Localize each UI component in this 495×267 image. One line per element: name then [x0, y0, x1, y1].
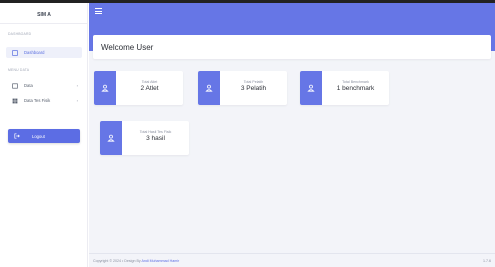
page-title: Welcome User — [101, 43, 154, 52]
sidebar-item-dashboard[interactable]: Dashboard — [6, 47, 82, 58]
stat-label: Total Pelatih — [243, 80, 264, 84]
stat-value: 2 Atlet — [140, 85, 159, 92]
sidebar-section-data: MENU DATA — [8, 68, 30, 72]
author-link[interactable]: Andi Muhammad Hamir — [141, 259, 179, 263]
welcome-card: Welcome User — [93, 35, 491, 59]
stat-card-pelatih: Total Pelatih 3 Pelatih — [198, 71, 287, 105]
sidebar-item-label: Dashboard — [24, 50, 45, 55]
sidebar-item-data-tes-fisik[interactable]: Data Tes Fisik › — [6, 95, 82, 106]
folder-icon — [12, 82, 18, 89]
copyright-text: Copyright © 2024 • Design By — [93, 259, 141, 263]
logout-label: Logout — [32, 133, 45, 139]
logout-icon — [14, 133, 20, 139]
menu-toggle-icon[interactable] — [94, 7, 102, 15]
user-icon — [94, 71, 116, 105]
sidebar-item-label: Data — [24, 83, 33, 88]
logout-button[interactable]: Logout — [8, 129, 80, 143]
chevron-right-icon: › — [76, 98, 78, 103]
user-icon — [300, 71, 322, 105]
stat-value: 3 Pelatih — [240, 85, 267, 92]
stat-card-benchmark: Total Benchmark 1 benchmark — [300, 71, 389, 105]
stat-label: Total Hasil Tes Fisik — [139, 130, 172, 134]
dashboard-icon — [12, 49, 18, 56]
chevron-right-icon: › — [76, 83, 78, 88]
main-content: Welcome User Total Atlet 2 Atlet Total P… — [89, 3, 495, 267]
stat-label: Total Atlet — [141, 80, 158, 84]
stat-value: 3 hasil — [146, 135, 165, 142]
stat-card-hasil: Total Hasil Tes Fisik 3 hasil — [100, 121, 189, 155]
sidebar: SIM A DASHBOARD Dashboard MENU DATA Data… — [0, 3, 88, 267]
footer: Copyright © 2024 • Design By Andi Muhamm… — [89, 253, 495, 267]
user-icon — [198, 71, 220, 105]
table-icon — [12, 98, 18, 104]
stat-label: Total Benchmark — [342, 80, 369, 84]
stat-value: 1 benchmark — [336, 85, 375, 92]
stat-card-atlet: Total Atlet 2 Atlet — [94, 71, 183, 105]
sidebar-item-data[interactable]: Data › — [6, 80, 82, 91]
user-icon — [100, 121, 122, 155]
brand-title[interactable]: SIM A — [0, 7, 88, 24]
version-label: 1.7.6 — [483, 259, 491, 263]
sidebar-section-dashboard: DASHBOARD — [8, 32, 32, 36]
footer-copyright: Copyright © 2024 • Design By Andi Muhamm… — [93, 259, 179, 263]
sidebar-item-label: Data Tes Fisik — [24, 98, 51, 103]
